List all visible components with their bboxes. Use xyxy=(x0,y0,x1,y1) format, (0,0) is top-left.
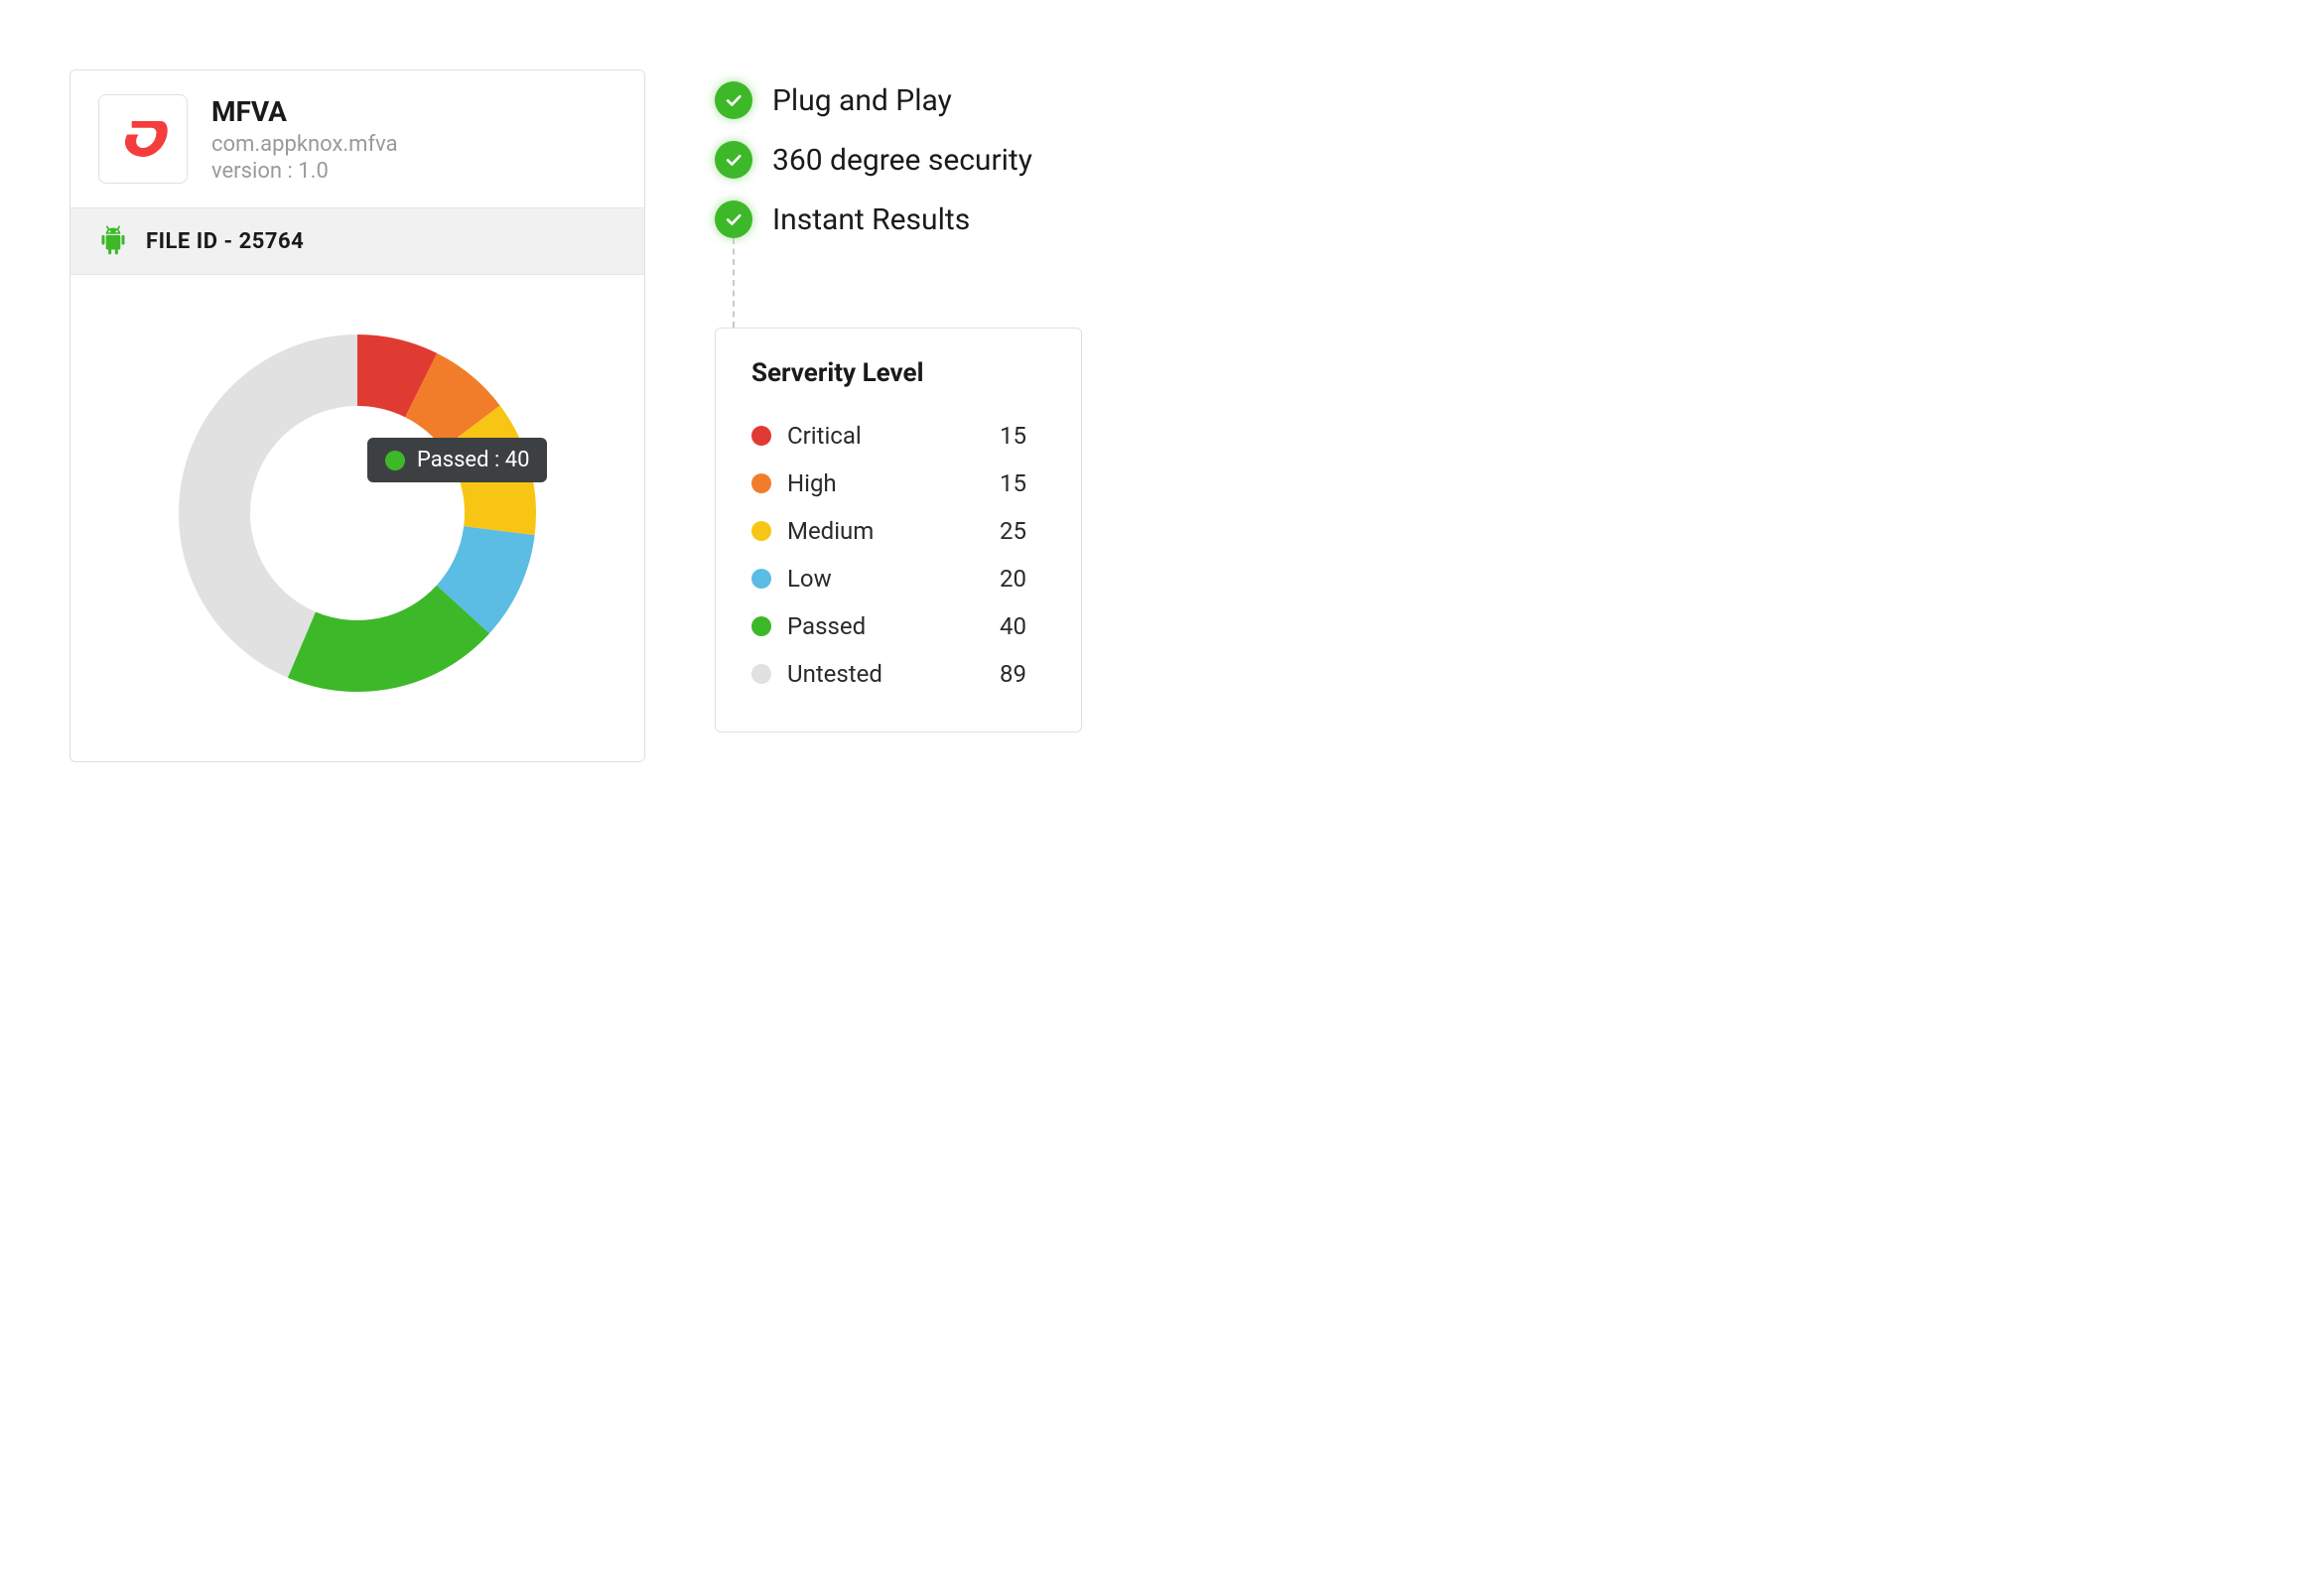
feature-label: Instant Results xyxy=(772,202,970,237)
severity-value: 40 xyxy=(1000,612,1045,640)
feature-label: Plug and Play xyxy=(772,83,952,118)
severity-dot xyxy=(751,569,771,589)
severity-row: Critical15 xyxy=(751,412,1045,460)
chart-tooltip: Passed : 40 xyxy=(367,438,547,482)
feature-item: Instant Results xyxy=(715,200,1032,238)
severity-value: 20 xyxy=(1000,565,1045,593)
connector-line xyxy=(733,238,735,328)
severity-title: Serverity Level xyxy=(751,358,1045,388)
app-icon xyxy=(98,94,188,184)
severity-row: Passed40 xyxy=(751,602,1045,650)
app-header: MFVA com.appknox.mfva version : 1.0 xyxy=(70,70,644,207)
severity-value: 25 xyxy=(1000,517,1045,545)
app-package: com.appknox.mfva xyxy=(211,132,398,157)
check-circle-icon xyxy=(715,141,752,179)
app-info: MFVA com.appknox.mfva version : 1.0 xyxy=(211,95,398,184)
file-id-label: FILE ID - 25764 xyxy=(146,229,304,254)
chart-area: Passed : 40 xyxy=(70,275,644,761)
donut-chart: Passed : 40 xyxy=(159,315,556,712)
severity-label: Critical xyxy=(787,422,1000,450)
tooltip-dot xyxy=(385,451,405,470)
severity-dot xyxy=(751,664,771,684)
severity-label: Low xyxy=(787,565,1000,593)
severity-dot xyxy=(751,616,771,636)
android-icon xyxy=(98,224,128,258)
sigma-logo-icon xyxy=(116,112,170,166)
severity-row: High15 xyxy=(751,460,1045,507)
severity-dot xyxy=(751,521,771,541)
severity-row: Untested89 xyxy=(751,650,1045,698)
severity-card: Serverity Level Critical15High15Medium25… xyxy=(715,328,1082,732)
severity-label: High xyxy=(787,469,1000,497)
feature-label: 360 degree security xyxy=(772,143,1032,178)
severity-label: Medium xyxy=(787,517,1000,545)
tooltip-label: Passed : 40 xyxy=(417,448,529,472)
feature-item: 360 degree security xyxy=(715,141,1032,179)
check-circle-icon xyxy=(715,200,752,238)
severity-value: 15 xyxy=(1000,469,1045,497)
file-id-bar: FILE ID - 25764 xyxy=(70,207,644,275)
severity-label: Passed xyxy=(787,612,1000,640)
feature-item: Plug and Play xyxy=(715,81,1032,119)
severity-value: 15 xyxy=(1000,422,1045,450)
app-version: version : 1.0 xyxy=(211,159,398,184)
severity-dot xyxy=(751,473,771,493)
severity-row: Medium25 xyxy=(751,507,1045,555)
app-scan-card: MFVA com.appknox.mfva version : 1.0 FILE… xyxy=(69,69,645,762)
severity-row: Low20 xyxy=(751,555,1045,602)
app-name: MFVA xyxy=(211,95,398,128)
check-circle-icon xyxy=(715,81,752,119)
severity-dot xyxy=(751,426,771,446)
severity-value: 89 xyxy=(1000,660,1045,688)
severity-label: Untested xyxy=(787,660,1000,688)
feature-list: Plug and Play 360 degree security Instant … xyxy=(715,81,1032,238)
right-column: Plug and Play 360 degree security Instant … xyxy=(715,69,1082,732)
